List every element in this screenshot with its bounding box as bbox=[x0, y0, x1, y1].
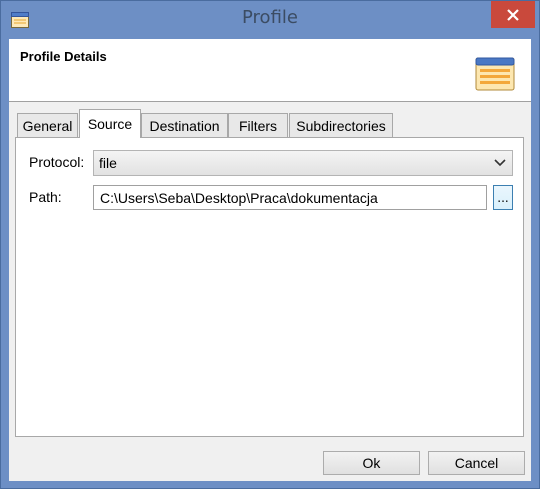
tab-general[interactable]: General bbox=[17, 113, 78, 137]
dialog-client: Profile Details General Source Destinati… bbox=[9, 39, 531, 481]
dialog-header: Profile Details bbox=[9, 39, 531, 102]
cancel-button[interactable]: Cancel bbox=[428, 451, 525, 475]
tab-destination[interactable]: Destination bbox=[141, 113, 228, 137]
browse-button[interactable]: ... bbox=[493, 185, 513, 210]
path-label: Path: bbox=[29, 189, 62, 205]
protocol-select[interactable]: file bbox=[93, 150, 513, 176]
title-bar[interactable]: Profile bbox=[1, 1, 539, 39]
protocol-value: file bbox=[99, 155, 117, 171]
close-icon bbox=[507, 8, 519, 21]
protocol-label: Protocol: bbox=[29, 154, 85, 170]
window-title: Profile bbox=[242, 7, 298, 28]
close-button[interactable] bbox=[491, 1, 535, 28]
chevron-down-icon bbox=[494, 159, 506, 167]
path-input[interactable]: C:\Users\Seba\Desktop\Praca\dokumentacja bbox=[93, 185, 487, 210]
tab-filters[interactable]: Filters bbox=[228, 113, 288, 137]
tab-subdirectories[interactable]: Subdirectories bbox=[289, 113, 393, 137]
ok-button[interactable]: Ok bbox=[323, 451, 420, 475]
header-title: Profile Details bbox=[20, 49, 107, 64]
profile-details-icon bbox=[475, 57, 515, 91]
source-tab-panel: Protocol: file Path: C:\Users\Seba\Deskt… bbox=[15, 137, 524, 437]
tab-source[interactable]: Source bbox=[79, 109, 141, 138]
profile-window: Profile Profile Details General Source D… bbox=[0, 0, 540, 489]
